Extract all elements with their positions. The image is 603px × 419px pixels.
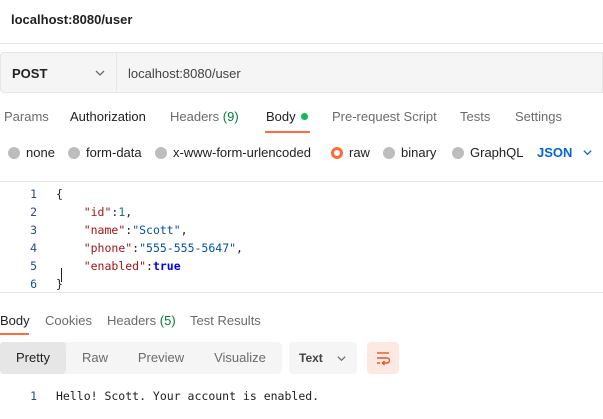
line-number: 2 — [30, 205, 37, 219]
body-type-options: none form-data x-www-form-urlencoded raw… — [0, 140, 603, 166]
chevron-down-icon — [337, 356, 346, 362]
radio-none[interactable]: none — [8, 145, 55, 160]
tab-tests[interactable]: Tests — [460, 109, 490, 124]
tab-pre-request-script[interactable]: Pre-request Script — [332, 109, 437, 124]
tab-body[interactable]: Body — [266, 109, 308, 124]
active-response-tab-underline — [0, 333, 29, 335]
line-code: "id":1, — [83, 205, 133, 219]
radio-icon — [452, 147, 464, 159]
title-bar: localhost:8080/user — [0, 0, 603, 44]
response-tab-body[interactable]: Body — [0, 313, 30, 328]
line-number: 1 — [30, 187, 37, 201]
url-row: POST localhost:8080/user — [0, 52, 603, 93]
method-label: POST — [12, 66, 48, 81]
response-tab-headers[interactable]: Headers (5) — [107, 313, 176, 328]
view-preview[interactable]: Preview — [124, 342, 198, 374]
response-tab-cookies[interactable]: Cookies — [45, 313, 92, 328]
line-number: 4 — [30, 241, 37, 255]
radio-icon — [68, 147, 80, 159]
active-tab-underline — [265, 131, 310, 133]
view-raw[interactable]: Raw — [66, 342, 124, 374]
view-mode-segmented: Pretty Raw Preview Visualize — [0, 342, 282, 374]
response-tab-test-results[interactable]: Test Results — [190, 313, 261, 328]
editor-line: 2 "id":1, — [0, 202, 603, 220]
tab-settings[interactable]: Settings — [515, 109, 562, 124]
editor-line: 1 { — [0, 184, 603, 202]
radio-form-data[interactable]: form-data — [68, 145, 142, 160]
line-number: 1 — [30, 389, 37, 403]
editor-line: 3 "name":"Scott", — [0, 220, 603, 238]
radio-graphql[interactable]: GraphQL — [452, 145, 523, 160]
url-input[interactable]: localhost:8080/user — [116, 52, 603, 93]
radio-selected-icon — [331, 147, 343, 159]
response-body: 1 Hello! Scott. Your account is enabled. — [0, 383, 603, 413]
method-select[interactable]: POST — [0, 52, 116, 93]
response-type-label: Text — [299, 351, 323, 365]
wrap-lines-icon — [377, 352, 391, 366]
text-cursor — [61, 268, 62, 282]
wrap-lines-button[interactable] — [367, 342, 399, 374]
view-pretty[interactable]: Pretty — [0, 342, 66, 374]
response-headers-count: (5) — [159, 313, 176, 328]
response-text: Hello! Scott. Your account is enabled. — [56, 389, 320, 403]
headers-count: (9) — [222, 109, 239, 124]
request-body-editor[interactable]: 1 { 2 "id":1, 3 "name":"Scott", 4 "phone… — [0, 181, 603, 293]
line-code: "enabled":true — [83, 259, 181, 273]
line-code: { — [56, 187, 63, 201]
response-tabs: Body Cookies Headers (5) Test Results — [0, 307, 603, 335]
line-code: "name":"Scott", — [83, 223, 188, 237]
response-type-select[interactable]: Text — [289, 342, 357, 374]
radio-icon — [155, 147, 167, 159]
tab-headers[interactable]: Headers (9) — [170, 109, 239, 124]
request-tabs: Params Authorization Headers (9) Body Pr… — [0, 103, 603, 133]
editor-line: 6 } — [0, 274, 603, 292]
radio-x-www-form-urlencoded[interactable]: x-www-form-urlencoded — [155, 145, 311, 160]
radio-binary[interactable]: binary — [383, 145, 436, 160]
line-number: 5 — [30, 259, 37, 273]
url-value: localhost:8080/user — [128, 66, 241, 81]
editor-line: 5 "enabled":true — [0, 256, 603, 274]
radio-raw[interactable]: raw — [331, 145, 370, 160]
window-title: localhost:8080/user — [11, 12, 133, 27]
editor-line: 4 "phone":"555-555-5647", — [0, 238, 603, 256]
format-select[interactable]: JSON — [537, 145, 572, 160]
chevron-down-icon — [95, 70, 105, 76]
line-number: 3 — [30, 223, 37, 237]
radio-icon — [8, 147, 20, 159]
chevron-down-icon — [583, 150, 592, 156]
tab-params[interactable]: Params — [4, 109, 49, 124]
radio-icon — [383, 147, 395, 159]
view-visualize[interactable]: Visualize — [198, 342, 282, 374]
line-number: 6 — [30, 277, 37, 291]
body-indicator-dot — [300, 113, 308, 120]
response-view-bar: Pretty Raw Preview Visualize Text — [0, 342, 603, 375]
tab-authorization[interactable]: Authorization — [70, 109, 146, 124]
line-code: "phone":"555-555-5647", — [83, 241, 243, 255]
